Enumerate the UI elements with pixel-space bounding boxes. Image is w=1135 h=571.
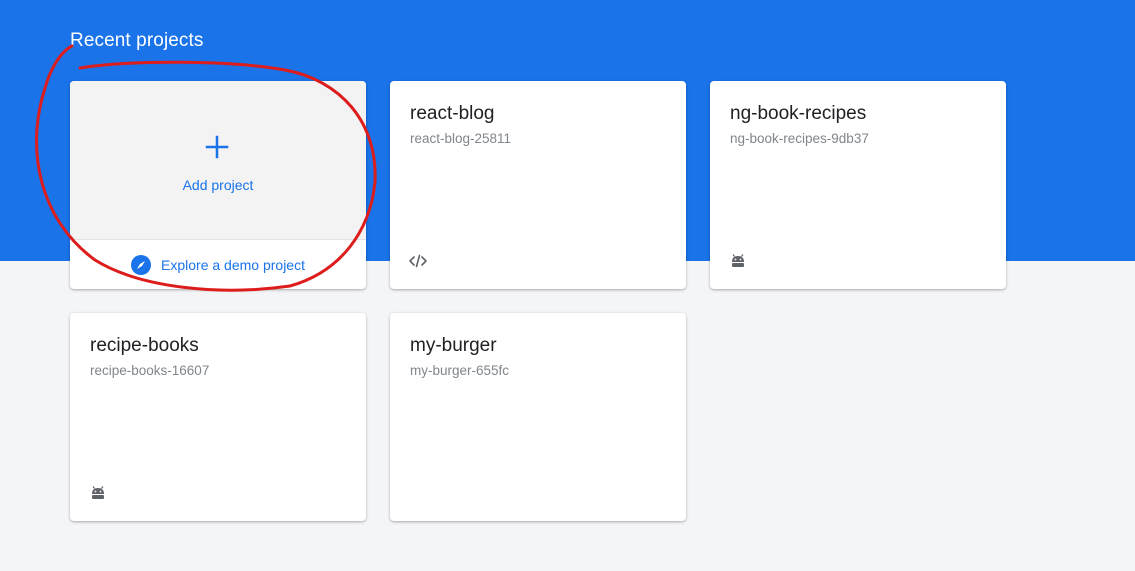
project-id: my-burger-655fc bbox=[410, 363, 510, 378]
project-id: react-blog-25811 bbox=[410, 131, 512, 146]
project-card-react-blog[interactable]: react-blog react-blog-25811 bbox=[390, 81, 686, 289]
project-id: ng-book-recipes-9db37 bbox=[730, 131, 869, 146]
explore-demo-label: Explore a demo project bbox=[161, 256, 305, 273]
android-icon bbox=[732, 254, 744, 267]
add-project-label: Add project bbox=[182, 177, 254, 193]
project-card-my-burger[interactable]: my-burger my-burger-655fc bbox=[390, 313, 686, 521]
project-name: my-burger bbox=[410, 335, 497, 356]
project-name: ng-book-recipes bbox=[730, 103, 867, 124]
project-card-recipe-books[interactable]: recipe-books recipe-books-16607 bbox=[70, 313, 366, 521]
section-title: Recent projects bbox=[70, 30, 204, 51]
plus-icon bbox=[205, 135, 229, 159]
project-name: react-blog bbox=[410, 103, 495, 124]
project-name: recipe-books bbox=[90, 335, 199, 356]
add-project-card: Add project Explore a demo project bbox=[70, 81, 366, 289]
add-project-button[interactable]: Add project bbox=[70, 81, 366, 240]
explore-demo-link[interactable]: Explore a demo project bbox=[70, 240, 366, 289]
code-icon bbox=[409, 254, 427, 268]
compass-icon bbox=[131, 254, 152, 275]
project-card-ng-book-recipes[interactable]: ng-book-recipes ng-book-recipes-9db37 bbox=[710, 81, 1006, 289]
project-id: recipe-books-16607 bbox=[90, 363, 210, 378]
android-icon bbox=[92, 486, 104, 499]
